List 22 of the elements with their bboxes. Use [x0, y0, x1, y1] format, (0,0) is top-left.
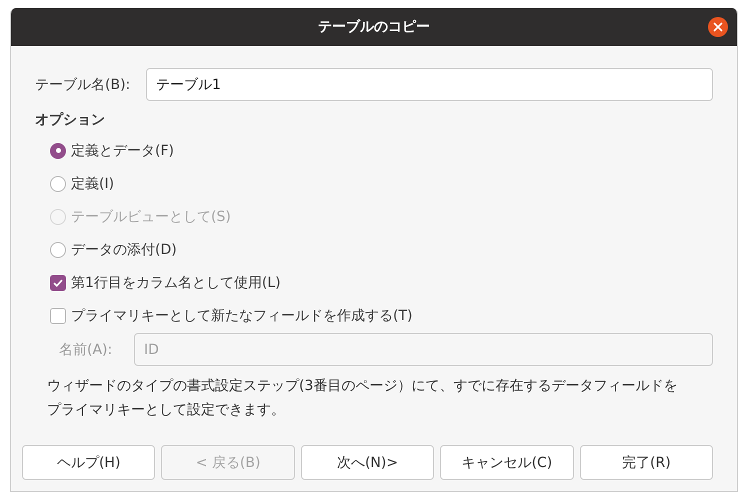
radio-button[interactable]	[50, 176, 66, 192]
close-icon[interactable]	[708, 17, 728, 37]
dialog-button[interactable]: 完了(R)	[580, 445, 714, 480]
table-name-field[interactable]: テーブル1	[146, 68, 713, 101]
checkbox[interactable]	[50, 308, 66, 324]
option-label: テーブルビューとして(S)	[71, 208, 231, 226]
option-label: 定義とデータ(F)	[71, 142, 174, 160]
field-label: 名前(A):	[59, 340, 114, 358]
dialog-button[interactable]: 次へ(N)>	[300, 445, 434, 480]
checkbox[interactable]	[50, 274, 66, 290]
option-label: 定義(I)	[71, 174, 114, 192]
radio-button[interactable]	[50, 242, 66, 258]
section-heading: オプション	[35, 111, 106, 129]
option-label: プライマリキーとして新たなフィールドを作成する(T)	[71, 306, 412, 324]
radio-button[interactable]	[50, 142, 66, 158]
option-label: データの添付(D)	[71, 240, 177, 258]
field-label: テーブル名(B):	[35, 76, 132, 94]
dialog-button[interactable]: キャンセル(C)	[440, 445, 574, 480]
window-title: テーブルのコピー	[318, 18, 430, 36]
option-label: 第1行目をカラム名として使用(L)	[71, 274, 281, 292]
dialog-button[interactable]: ヘルプ(H)	[22, 445, 156, 480]
hint-text: ウィザードのタイプの書式設定ステップ(3番目のページ）にて、すでに存在するデータフィールドをプライマリキーとして設定できます。	[47, 377, 678, 420]
